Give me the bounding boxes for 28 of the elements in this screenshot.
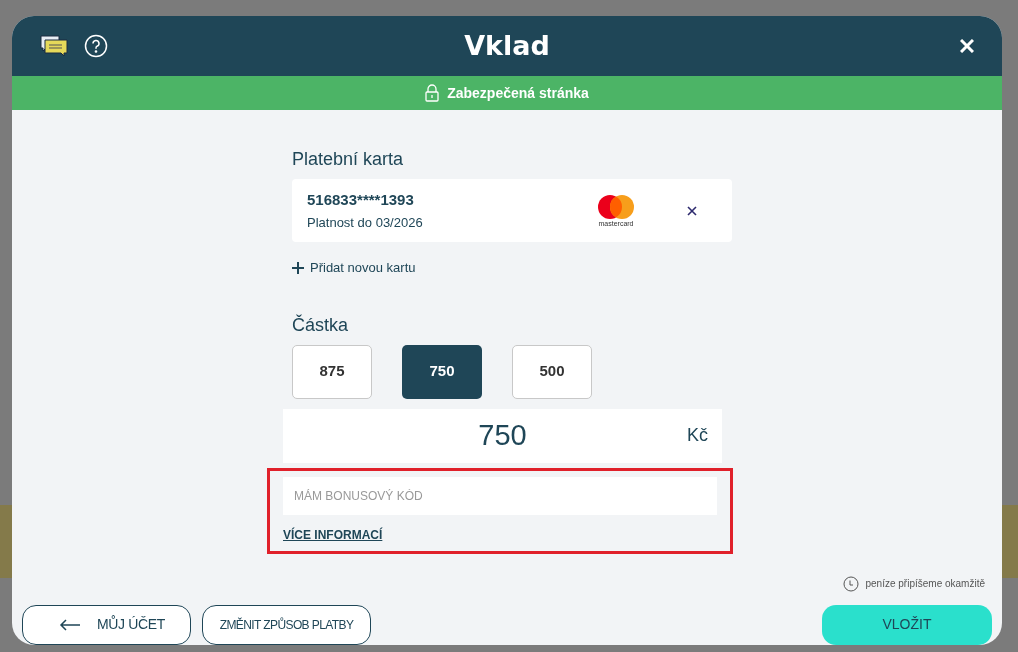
deposit-button[interactable]: VLOŽIT xyxy=(822,604,992,645)
clock-icon xyxy=(843,575,860,592)
amount-option[interactable]: 875 xyxy=(292,344,372,399)
amount-option[interactable]: 500 xyxy=(512,344,592,399)
back-button[interactable]: MŮJ ÚČET xyxy=(22,604,191,645)
delivery-note: peníze připíšeme okamžitě xyxy=(865,577,985,591)
close-icon[interactable] xyxy=(960,39,974,53)
amount-option[interactable]: 750 xyxy=(402,344,482,399)
help-icon[interactable] xyxy=(84,34,108,58)
card-brand-logo xyxy=(595,193,637,220)
remove-card-icon[interactable] xyxy=(687,205,697,216)
bonus-code-field[interactable]: MÁM BONUSOVÝ KÓD xyxy=(283,476,717,515)
amount-value: 750 xyxy=(478,417,527,453)
add-card-link[interactable]: Přidat novou kartu xyxy=(292,258,416,278)
change-payment-button[interactable]: ZMĚNIT ZPŮSOB PLATBY xyxy=(202,604,371,645)
secure-text: Zabezpečená stránka xyxy=(447,83,589,103)
card-number: 516833****1393 xyxy=(307,189,415,210)
arrow-left-icon xyxy=(59,618,81,631)
chat-icon[interactable] xyxy=(40,35,68,57)
modal-title: Vklad xyxy=(463,28,551,63)
more-info-link[interactable]: VÍCE INFORMACÍ xyxy=(283,525,383,544)
section-heading: Platební karta xyxy=(292,148,405,171)
amount-field[interactable]: 750 Kč xyxy=(283,408,722,463)
plus-icon xyxy=(292,261,304,274)
currency-label: Kč xyxy=(687,424,708,447)
card-expiry: Platnost do 03/2026 xyxy=(307,214,423,232)
section-heading: Částka xyxy=(292,313,350,337)
lock-icon xyxy=(425,84,440,102)
